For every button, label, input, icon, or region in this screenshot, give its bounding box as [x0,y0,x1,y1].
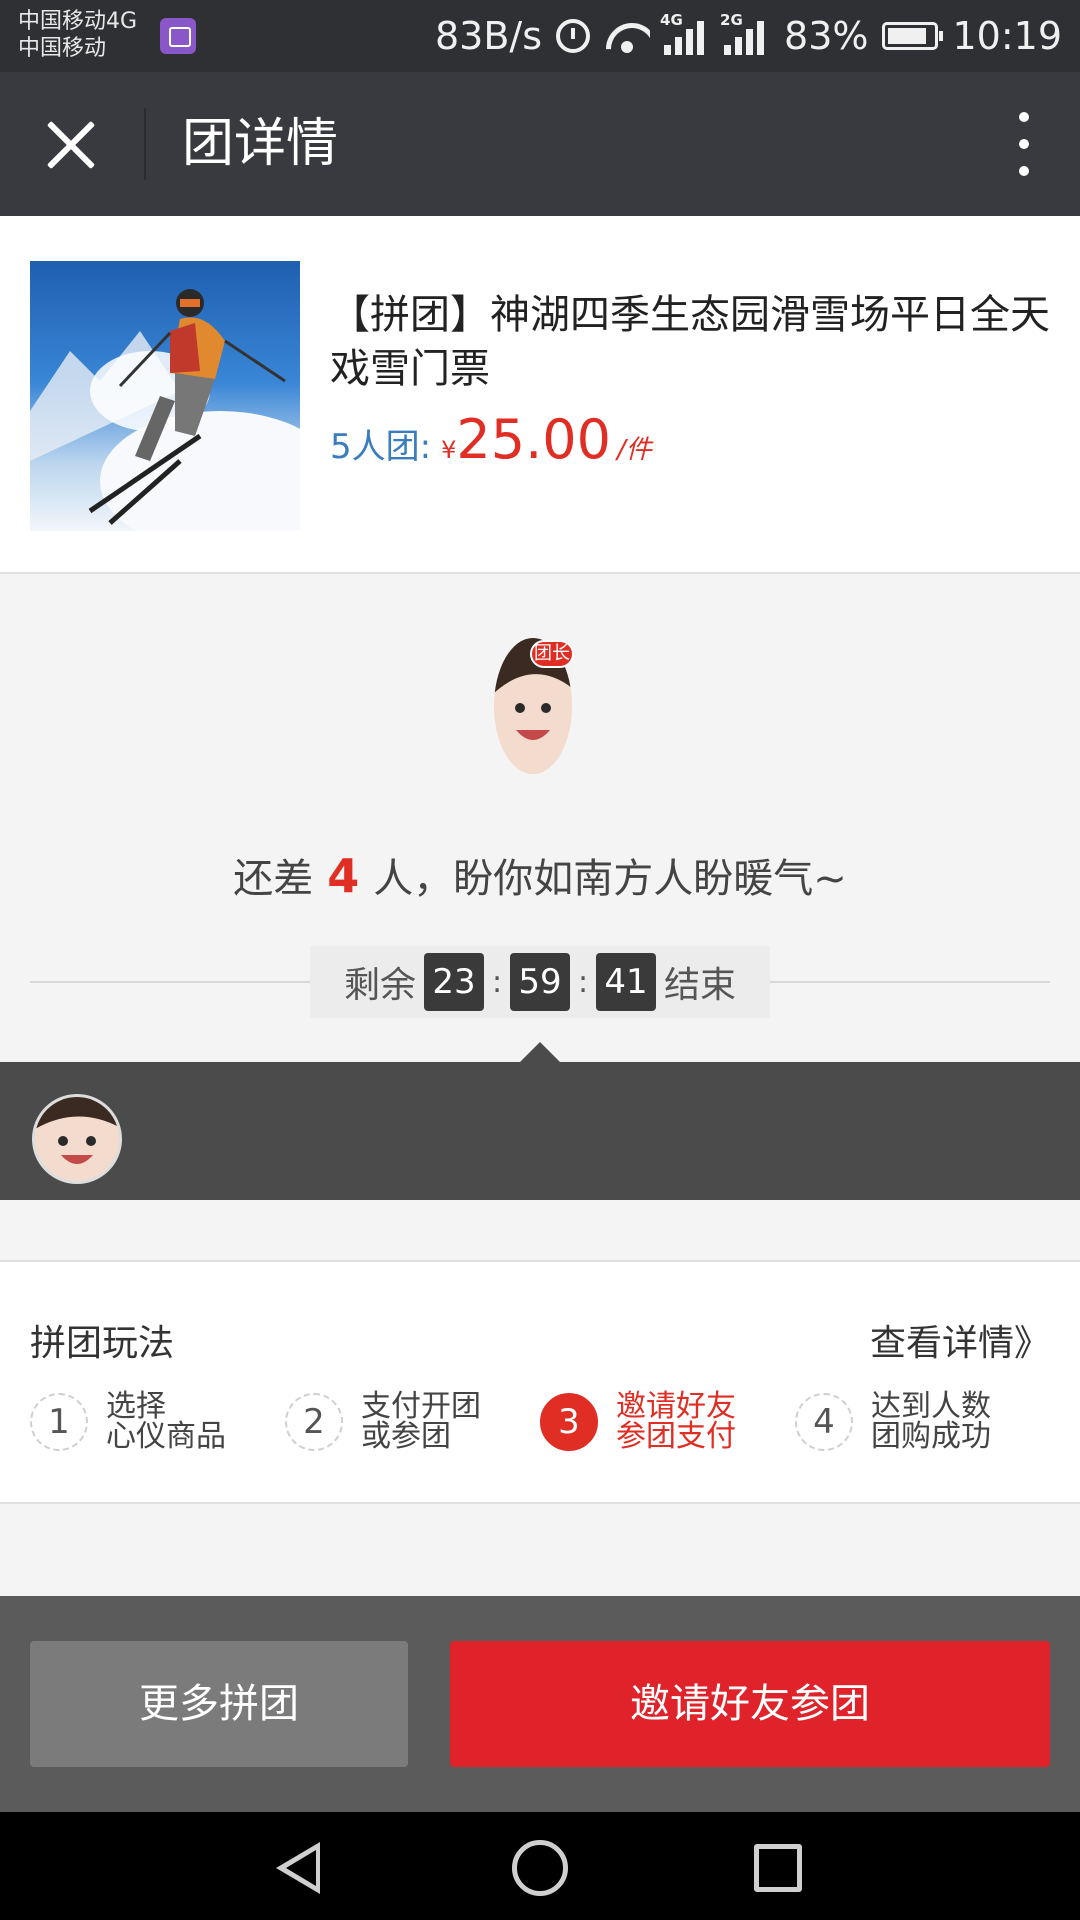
signal-4g-icon: 4G [660,11,710,55]
step-text: 支付开团 或参团 [361,1392,501,1452]
product-title[interactable]: 【拼团】神湖四季生态园滑雪场平日全天戏雪门票 [330,288,1050,396]
currency-symbol: ¥ [441,436,457,464]
step-line-2: 心仪商品 [106,1419,226,1454]
clock: 10:19 [952,14,1062,58]
step-line-2: 参团支付 [616,1419,736,1454]
price-unit: /件 [616,435,652,465]
step-text: 达到人数 团购成功 [871,1392,1011,1452]
back-icon[interactable] [276,1842,320,1894]
step-3-current: 3 邀请好友 参团支付 [540,1392,795,1452]
pointer-arrow [520,1042,560,1062]
member-list [0,1042,1080,1200]
countdown-suffix: 结束 [664,965,737,1006]
signal-4g-label: 4G [660,11,683,29]
members-needed-message: 还差 4 人，盼你如南方人盼暖气~ [0,846,1080,904]
team-status: 团长 还差 4 人，盼你如南方人盼暖气~ 剩余 23 : 59 : 41 结束 [0,576,1080,1062]
title-divider [144,108,146,180]
close-icon[interactable] [42,116,98,172]
step-number: 3 [540,1393,598,1451]
carrier-2: 中国移动 [18,36,107,61]
more-options-icon[interactable] [1004,112,1044,176]
step-number: 2 [285,1393,343,1451]
group-rules: 拼团玩法 查看详情》 1 选择 心仪商品 2 支付开团 或参团 3 邀请好友 参… [0,1260,1080,1504]
step-4: 4 达到人数 团购成功 [795,1392,1050,1452]
wifi-icon [604,19,650,53]
step-2: 2 支付开团 或参团 [285,1392,540,1452]
rules-title: 拼团玩法 [30,1323,175,1364]
bottom-action-bar: 更多拼团 邀请好友参团 [0,1596,1080,1812]
countdown-minutes: 59 [510,953,570,1011]
member-avatar[interactable] [32,1094,122,1184]
step-number: 4 [795,1393,853,1451]
battery-icon [882,22,944,50]
battery-percent: 83% [784,14,869,58]
signal-2g-icon: 2G [720,11,770,55]
countdown-seconds: 41 [596,953,656,1011]
gallery-notification-icon [160,18,196,54]
title-bar: 团详情 [0,72,1080,216]
product-image[interactable] [30,261,300,531]
countdown-separator: : [578,964,589,1000]
alarm-icon [556,19,591,53]
home-icon[interactable] [512,1840,568,1896]
need-prefix: 还差 [233,856,314,902]
group-size-label: 5人团: [330,427,432,467]
page-title: 团详情 [182,114,339,174]
status-indicators: 83B/s 4G 2G 83% 10:19 [434,11,1062,60]
network-speed: 83B/s [434,14,543,58]
step-line-1: 支付开团 [361,1389,481,1424]
status-bar: 中国移动4G 中国移动 83B/s 4G 2G 83% 10:19 [0,0,1080,72]
system-nav-bar [0,1812,1080,1920]
view-details-link[interactable]: 查看详情》 [870,1314,1050,1366]
more-groups-button[interactable]: 更多拼团 [30,1641,408,1767]
step-line-1: 达到人数 [871,1389,991,1424]
price-row: 5人团: ¥ 25.00 /件 [330,408,652,471]
step-text: 选择 心仪商品 [106,1392,246,1452]
step-line-2: 或参团 [361,1419,451,1454]
group-price: 25.00 [456,408,611,471]
leader-badge: 团长 [530,640,574,668]
step-number: 1 [30,1393,88,1451]
countdown-hours: 23 [424,953,484,1011]
signal-2g-label: 2G [720,11,743,29]
product-card[interactable]: 【拼团】神湖四季生态园滑雪场平日全天戏雪门票 5人团: ¥ 25.00 /件 [0,216,1080,574]
step-line-1: 邀请好友 [616,1389,736,1424]
countdown-prefix: 剩余 [343,965,416,1006]
countdown-timer: 剩余 23 : 59 : 41 结束 [310,946,770,1018]
step-1: 1 选择 心仪商品 [30,1392,285,1452]
countdown-separator: : [492,964,503,1000]
carrier-1: 中国移动4G [18,9,138,34]
step-line-2: 团购成功 [871,1419,991,1454]
rules-steps: 1 选择 心仪商品 2 支付开团 或参团 3 邀请好友 参团支付 4 达到人数 [30,1392,1050,1452]
carrier-info: 中国移动4G 中国移动 [18,8,137,62]
recent-apps-icon[interactable] [754,1844,802,1892]
step-line-1: 选择 [106,1389,166,1424]
step-text: 邀请好友 参团支付 [616,1392,756,1452]
need-suffix: 人，盼你如南方人盼暖气~ [373,856,847,902]
invite-friends-button[interactable]: 邀请好友参团 [450,1641,1050,1767]
need-count: 4 [327,849,360,903]
